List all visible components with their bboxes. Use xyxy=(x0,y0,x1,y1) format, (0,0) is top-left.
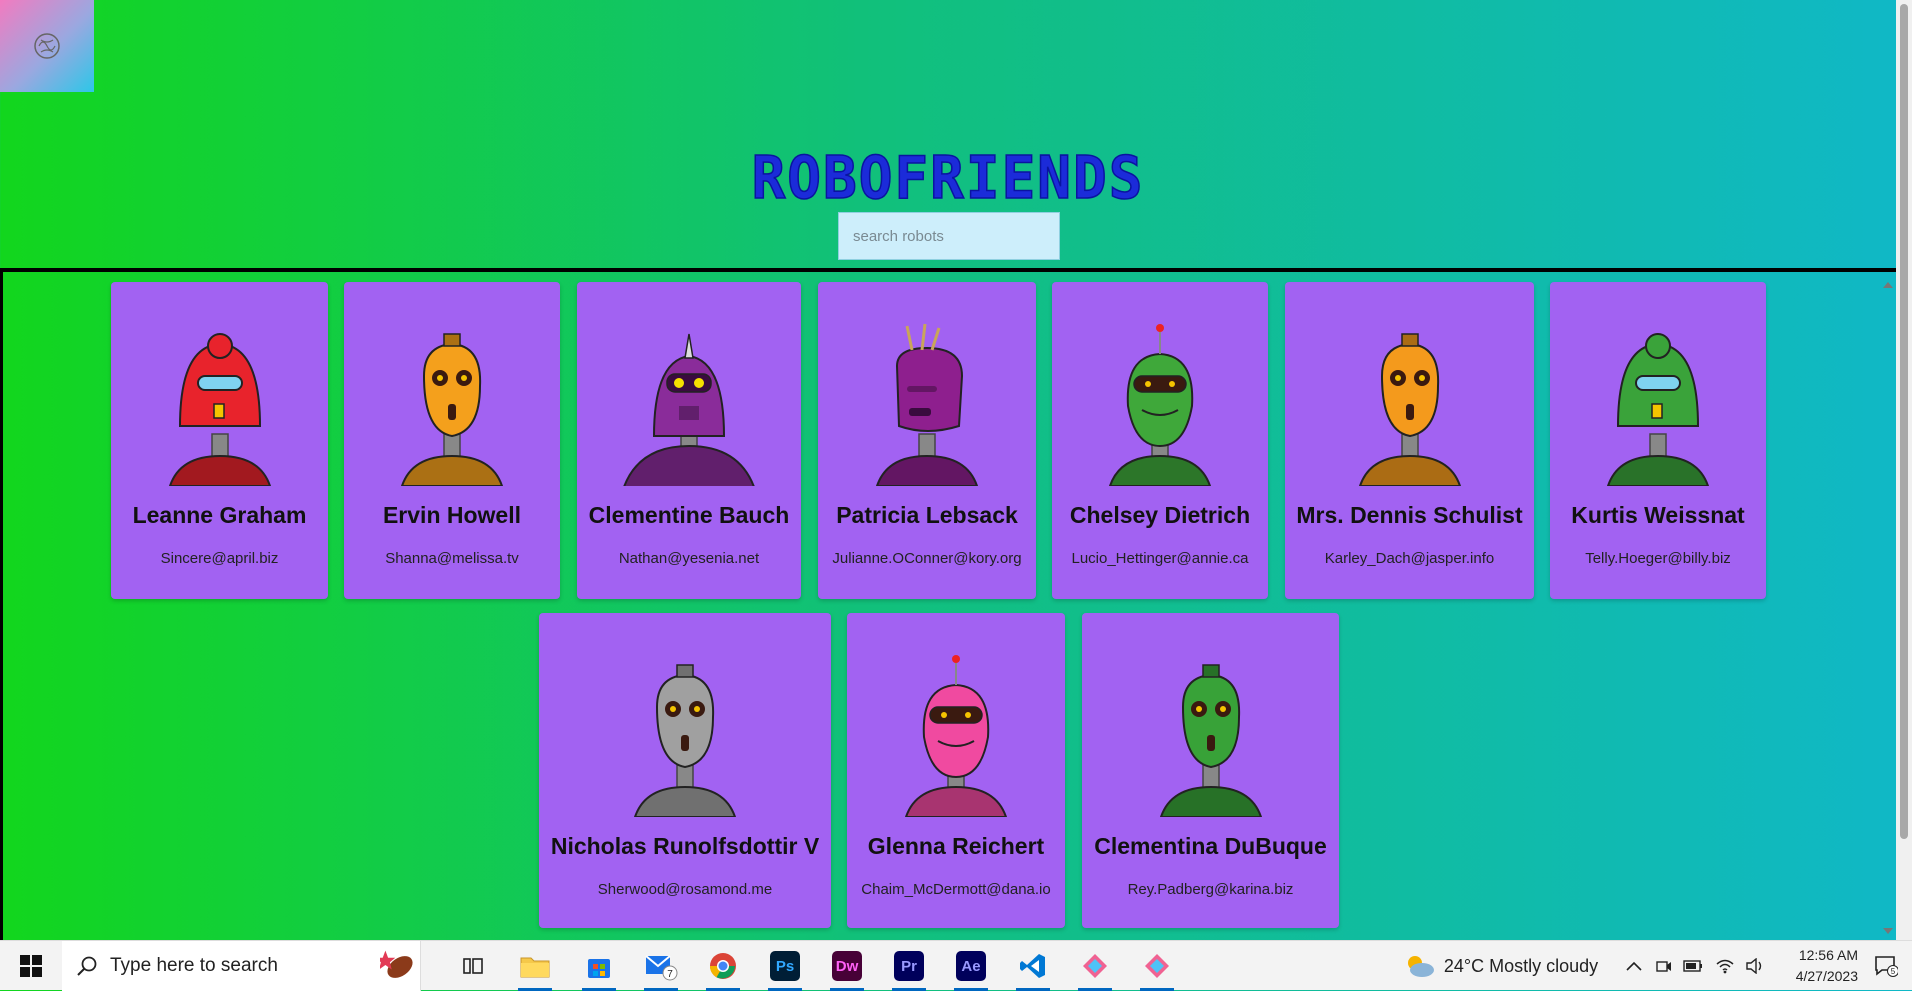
search-icon xyxy=(77,956,97,976)
robot-card[interactable]: Mrs. Dennis Schulist Karley_Dach@jasper.… xyxy=(1285,282,1534,599)
windows-logo-icon xyxy=(20,955,42,977)
robot-email: Karley_Dach@jasper.info xyxy=(1324,550,1495,567)
robot-name: Nicholas Runolfsdottir V xyxy=(550,833,820,859)
robot-name: Ervin Howell xyxy=(382,502,522,528)
start-button[interactable] xyxy=(18,941,44,991)
after-effects-icon: Ae xyxy=(956,951,986,981)
robot-card[interactable]: Glenna Reichert Chaim_McDermott@dana.io xyxy=(847,613,1065,928)
robot-card[interactable]: Kurtis Weissnat Telly.Hoeger@billy.biz xyxy=(1550,282,1766,599)
photoshop-icon: Ps xyxy=(770,951,800,981)
taskbar-app-microsoft-store[interactable] xyxy=(574,941,624,991)
robot-avatar xyxy=(633,664,737,817)
store-icon xyxy=(588,959,610,978)
robot-avatar xyxy=(1159,664,1262,817)
card-list-scrollbar[interactable] xyxy=(1880,272,1896,940)
volume-icon[interactable] xyxy=(1744,941,1766,991)
search-input[interactable] xyxy=(838,212,1060,260)
weather-widget[interactable]: 24°C Mostly cloudy xyxy=(1396,941,1606,991)
robot-card[interactable]: Clementina DuBuque Rey.Padberg@karina.bi… xyxy=(1082,613,1339,928)
notification-icon: 5 xyxy=(1875,956,1898,977)
brain-icon xyxy=(34,33,60,59)
pinned-app-icon xyxy=(1083,954,1107,978)
robot-email: Shanna@melissa.tv xyxy=(385,550,519,567)
robot-name: Leanne Graham xyxy=(132,502,307,528)
robot-avatar xyxy=(623,333,755,486)
robot-card[interactable]: Patricia Lebsack Julianne.OConner@kory.o… xyxy=(818,282,1036,599)
robot-avatar xyxy=(400,333,504,486)
robot-email: Rey.Padberg@karina.biz xyxy=(1127,881,1294,898)
robot-avatar xyxy=(875,323,979,486)
taskbar-app-app-pinned-1[interactable] xyxy=(1070,941,1120,991)
taskbar-app-chrome[interactable] xyxy=(698,941,748,991)
robot-name: Patricia Lebsack xyxy=(836,502,1018,528)
page-scrollbar-thumb[interactable] xyxy=(1900,4,1908,839)
cloudy-weather-icon xyxy=(1407,956,1434,977)
robot-name: Clementina DuBuque xyxy=(1094,833,1327,859)
robot-card[interactable]: Chelsey Dietrich Lucio_Hettinger@annie.c… xyxy=(1052,282,1268,599)
page-scrollbar[interactable] xyxy=(1896,0,1912,940)
search-highlight-football-icon xyxy=(380,950,413,978)
notification-center-button[interactable]: 5 xyxy=(1868,941,1904,991)
robot-email: Nathan@yesenia.net xyxy=(618,550,760,567)
mail-icon: 7 xyxy=(645,955,678,981)
chrome-icon xyxy=(709,953,736,979)
taskbar-app-vscode[interactable] xyxy=(1008,941,1058,991)
vscode-icon xyxy=(1020,954,1045,978)
robot-avatar xyxy=(1606,333,1710,486)
robot-avatar xyxy=(1358,333,1461,486)
robot-name: Mrs. Dennis Schulist xyxy=(1296,502,1523,528)
premiere-icon: Pr xyxy=(894,951,924,981)
taskbar-app-dreamweaver[interactable]: Dw xyxy=(822,941,872,991)
pinned-app-icon xyxy=(1145,954,1169,978)
robot-avatar xyxy=(904,655,1008,817)
app-logo[interactable] xyxy=(0,0,94,92)
clock-date: 4/27/2023 xyxy=(1795,968,1858,984)
meet-now-icon[interactable] xyxy=(1654,941,1674,991)
robot-name: Kurtis Weissnat xyxy=(1571,502,1745,528)
taskbar-app-after-effects[interactable]: Ae xyxy=(946,941,996,991)
robot-email: Telly.Hoeger@billy.biz xyxy=(1585,550,1731,567)
robot-email: Chaim_McDermott@dana.io xyxy=(861,881,1051,898)
taskbar-app-file-explorer[interactable] xyxy=(510,941,560,991)
taskbar-search-text: Type here to search xyxy=(110,955,278,976)
show-hidden-icons-chevron-icon[interactable] xyxy=(1624,941,1644,991)
robot-email: Lucio_Hettinger@annie.ca xyxy=(1071,550,1249,567)
robot-card[interactable]: Nicholas Runolfsdottir V Sherwood@rosamo… xyxy=(539,613,831,928)
mail-badge: 7 xyxy=(667,969,673,980)
robot-card[interactable]: Leanne Graham Sincere@april.biz xyxy=(111,282,328,599)
taskbar-app-mail[interactable]: 7 xyxy=(636,941,686,991)
robot-avatar xyxy=(1108,324,1212,486)
taskbar-app-premiere[interactable]: Pr xyxy=(884,941,934,991)
robot-avatar xyxy=(168,333,271,486)
battery-icon[interactable] xyxy=(1682,941,1704,991)
clock-time: 12:56 AM xyxy=(1798,947,1858,963)
robot-email: Julianne.OConner@kory.org xyxy=(832,550,1022,567)
robot-email: Sincere@april.biz xyxy=(160,550,279,567)
wifi-icon[interactable] xyxy=(1714,941,1736,991)
robot-name: Glenna Reichert xyxy=(867,833,1045,859)
folder-icon xyxy=(520,957,550,978)
taskbar-app-app-pinned-2[interactable] xyxy=(1132,941,1182,991)
robot-card[interactable]: Ervin Howell Shanna@melissa.tv xyxy=(344,282,560,599)
weather-text: 24°C Mostly cloudy xyxy=(1443,955,1599,976)
scroll-down-arrow-icon[interactable] xyxy=(1883,928,1893,934)
taskbar-app-photoshop[interactable]: Ps xyxy=(760,941,810,991)
robot-card[interactable]: Clementine Bauch Nathan@yesenia.net xyxy=(577,282,801,599)
robot-name: Clementine Bauch xyxy=(588,502,790,528)
scroll-up-arrow-icon[interactable] xyxy=(1883,282,1893,288)
dreamweaver-icon: Dw xyxy=(832,951,862,981)
taskbar-search-box[interactable]: Type here to search xyxy=(62,941,421,991)
robot-email: Sherwood@rosamond.me xyxy=(597,881,773,898)
robot-name: Chelsey Dietrich xyxy=(1069,502,1251,528)
taskbar-clock[interactable]: 12:56 AM 4/27/2023 xyxy=(1796,945,1858,987)
taskbar-app-task-view[interactable] xyxy=(448,941,498,991)
notification-count: 5 xyxy=(1891,967,1896,976)
windows-taskbar: Type here to search 7 Ps Dw Pr Ae 24°C Mostl… xyxy=(0,940,1912,991)
page-title: ROBOFRIENDS xyxy=(751,143,1145,213)
task-view-icon xyxy=(463,958,483,974)
